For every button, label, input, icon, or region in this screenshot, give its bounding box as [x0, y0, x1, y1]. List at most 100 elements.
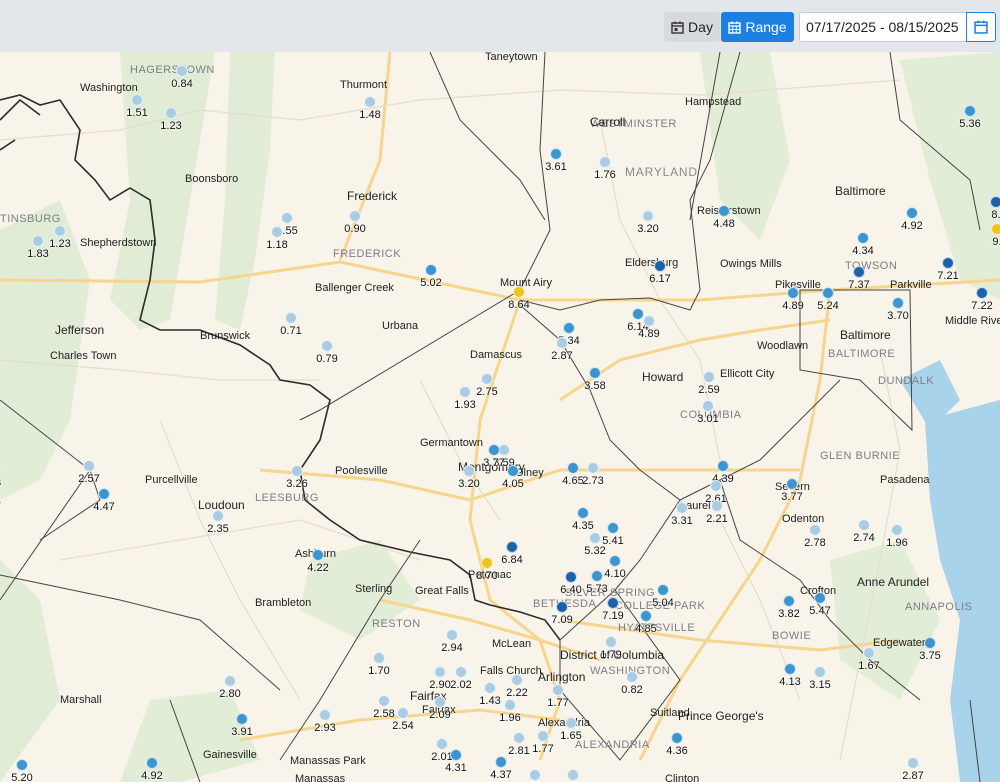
rain-gauge-station[interactable]: 4.92: [892, 207, 932, 232]
rain-gauge-station[interactable]: 3.70: [878, 297, 918, 322]
station-marker-dot[interactable]: [857, 232, 869, 244]
station-marker-dot[interactable]: [556, 601, 568, 613]
rain-gauge-station[interactable]: 2.59: [689, 371, 729, 396]
station-marker-dot[interactable]: [643, 315, 655, 327]
rain-gauge-station[interactable]: 4.34: [843, 232, 883, 257]
station-marker-dot[interactable]: [976, 287, 988, 299]
station-marker-dot[interactable]: [657, 584, 669, 596]
station-marker-dot[interactable]: [892, 297, 904, 309]
rain-gauge-station[interactable]: 4.89: [773, 287, 813, 312]
station-marker-dot[interactable]: [236, 713, 248, 725]
station-marker-dot[interactable]: [814, 666, 826, 678]
rain-gauge-station[interactable]: 0.84: [162, 65, 202, 90]
day-button[interactable]: Day: [664, 12, 720, 42]
station-marker-dot[interactable]: [702, 400, 714, 412]
station-marker-dot[interactable]: [891, 524, 903, 536]
rain-gauge-station[interactable]: 0.90: [335, 210, 375, 235]
rain-gauge-station[interactable]: 7.21: [928, 257, 968, 282]
station-marker-dot[interactable]: [481, 557, 493, 569]
rain-gauge-station[interactable]: 1.70: [359, 652, 399, 677]
station-marker-dot[interactable]: [513, 286, 525, 298]
rain-gauge-station[interactable]: 1.96: [490, 699, 530, 724]
station-marker-dot[interactable]: [964, 105, 976, 117]
station-marker-dot[interactable]: [589, 532, 601, 544]
station-marker-dot[interactable]: [589, 367, 601, 379]
station-marker-dot[interactable]: [176, 65, 188, 77]
station-marker-dot[interactable]: [942, 257, 954, 269]
station-marker-dot[interactable]: [446, 629, 458, 641]
station-marker-dot[interactable]: [786, 478, 798, 490]
rain-gauge-station[interactable]: 1.23: [40, 225, 80, 250]
rain-gauge-station[interactable]: 1.48: [350, 96, 390, 121]
station-marker-dot[interactable]: [281, 212, 293, 224]
rain-gauge-station[interactable]: 3.20: [628, 210, 668, 235]
station-marker-dot[interactable]: [529, 769, 541, 781]
station-marker-dot[interactable]: [676, 502, 688, 514]
rain-gauge-station[interactable]: 1.77: [523, 730, 563, 755]
rain-gauge-station[interactable]: 0.82: [612, 671, 652, 696]
rain-gauge-station[interactable]: 6.17: [640, 260, 680, 285]
rain-gauge-station[interactable]: 3.20: [449, 465, 489, 490]
rain-gauge-station[interactable]: 0.79: [307, 340, 347, 365]
rain-gauge-station[interactable]: 5.73: [577, 570, 617, 595]
rain-gauge-station[interactable]: 2.87: [542, 337, 582, 362]
rain-gauge-station[interactable]: 4.92: [132, 757, 172, 782]
station-marker-dot[interactable]: [537, 730, 549, 742]
rain-gauge-station[interactable]: 2.01: [515, 769, 555, 782]
station-marker-dot[interactable]: [599, 156, 611, 168]
station-marker-dot[interactable]: [488, 444, 500, 456]
rain-gauge-station[interactable]: 9.: [977, 223, 1000, 248]
station-marker-dot[interactable]: [131, 94, 143, 106]
rain-gauge-station[interactable]: 5.04: [643, 584, 683, 609]
rain-gauge-station[interactable]: 2.80: [210, 675, 250, 700]
station-marker-dot[interactable]: [98, 488, 110, 500]
station-marker-dot[interactable]: [291, 465, 303, 477]
rain-gauge-station[interactable]: 2.22: [497, 674, 537, 699]
rain-gauge-station[interactable]: 5.02: [411, 264, 451, 289]
date-picker-button[interactable]: [966, 12, 996, 42]
station-marker-dot[interactable]: [556, 337, 568, 349]
station-marker-dot[interactable]: [511, 674, 523, 686]
station-marker-dot[interactable]: [809, 524, 821, 536]
station-marker-dot[interactable]: [587, 462, 599, 474]
station-marker-dot[interactable]: [271, 226, 283, 238]
rain-gauge-station[interactable]: 3.61: [536, 148, 576, 173]
station-marker-dot[interactable]: [990, 196, 1000, 208]
rain-gauge-station[interactable]: 4.89: [629, 315, 669, 340]
rain-gauge-station[interactable]: 3.75: [910, 637, 950, 662]
rain-gauge-station[interactable]: 5.20: [2, 759, 42, 782]
rain-gauge-station[interactable]: 0.71: [271, 312, 311, 337]
station-marker-dot[interactable]: [814, 592, 826, 604]
station-marker-dot[interactable]: [703, 371, 715, 383]
station-marker-dot[interactable]: [364, 96, 376, 108]
rain-gauge-station[interactable]: 2.21: [697, 500, 737, 525]
station-marker-dot[interactable]: [577, 507, 589, 519]
station-marker-dot[interactable]: [906, 207, 918, 219]
station-marker-dot[interactable]: [285, 312, 297, 324]
station-marker-dot[interactable]: [349, 210, 361, 222]
rain-gauge-station[interactable]: 2.09: [420, 696, 460, 721]
station-marker-dot[interactable]: [484, 682, 496, 694]
rain-gauge-station[interactable]: 5.24: [808, 287, 848, 312]
station-marker-dot[interactable]: [212, 510, 224, 522]
station-marker-dot[interactable]: [717, 460, 729, 472]
station-marker-dot[interactable]: [787, 287, 799, 299]
station-marker-dot[interactable]: [991, 223, 1000, 235]
rain-gauge-station[interactable]: 5.47: [800, 592, 840, 617]
rain-gauge-station[interactable]: 5.32: [575, 532, 615, 557]
rain-gauge-station[interactable]: 1.77: [538, 684, 578, 709]
station-marker-dot[interactable]: [312, 549, 324, 561]
rain-gauge-station[interactable]: 4.36: [657, 732, 697, 757]
rain-gauge-station[interactable]: 1.93: [445, 386, 485, 411]
station-marker-dot[interactable]: [924, 637, 936, 649]
rain-gauge-station[interactable]: 5.36: [950, 105, 990, 130]
rain-gauge-station[interactable]: 2.78: [795, 524, 835, 549]
rain-gauge-station[interactable]: 7.09: [542, 601, 582, 626]
station-marker-dot[interactable]: [718, 205, 730, 217]
rain-gauge-station[interactable]: 2.35: [198, 510, 238, 535]
rain-gauge-station[interactable]: ke: [0, 484, 15, 509]
rain-gauge-station[interactable]: 1.23: [151, 107, 191, 132]
rain-gauge-station[interactable]: 3.26: [277, 465, 317, 490]
station-marker-dot[interactable]: [552, 684, 564, 696]
station-marker-dot[interactable]: [16, 759, 28, 771]
